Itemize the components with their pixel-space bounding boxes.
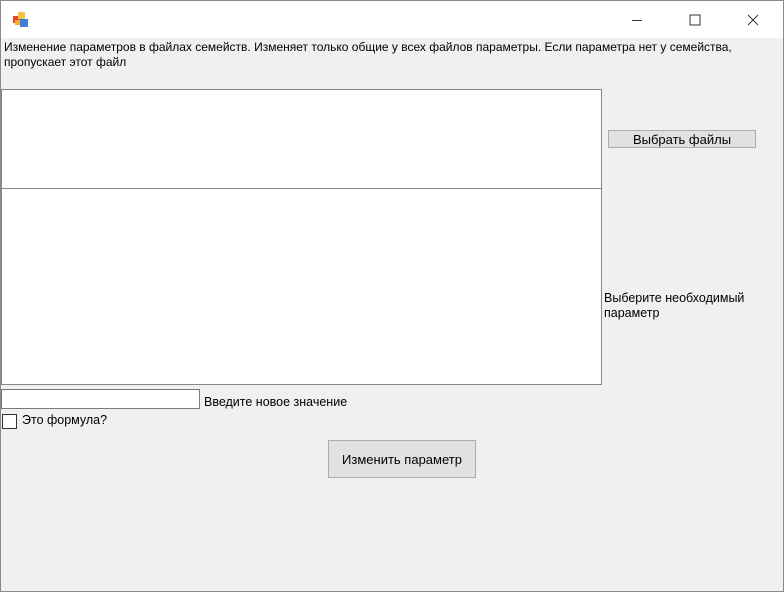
formula-checkbox-label[interactable]: Это формула? — [22, 413, 107, 427]
change-parameter-button[interactable]: Изменить параметр — [328, 440, 476, 478]
choose-files-button[interactable]: Выбрать файлы — [608, 130, 756, 148]
close-icon — [747, 14, 759, 25]
maximize-icon — [689, 14, 701, 25]
close-button[interactable] — [724, 1, 782, 38]
minimize-button[interactable] — [608, 1, 666, 38]
files-listbox[interactable] — [1, 89, 602, 189]
title-bar[interactable] — [1, 1, 783, 38]
app-icon — [12, 11, 29, 28]
new-value-label: Введите новое значение — [204, 395, 348, 409]
new-value-input[interactable] — [1, 389, 200, 409]
description-label: Изменение параметров в файлах семейств. … — [4, 40, 732, 69]
maximize-button[interactable] — [666, 1, 724, 38]
app-window: Изменение параметров в файлах семейств. … — [0, 0, 784, 592]
parameters-listbox[interactable] — [1, 188, 602, 385]
formula-checkbox[interactable] — [2, 414, 17, 429]
parameter-label: Выберите необходимый параметр — [604, 291, 745, 320]
minimize-icon — [632, 19, 642, 21]
